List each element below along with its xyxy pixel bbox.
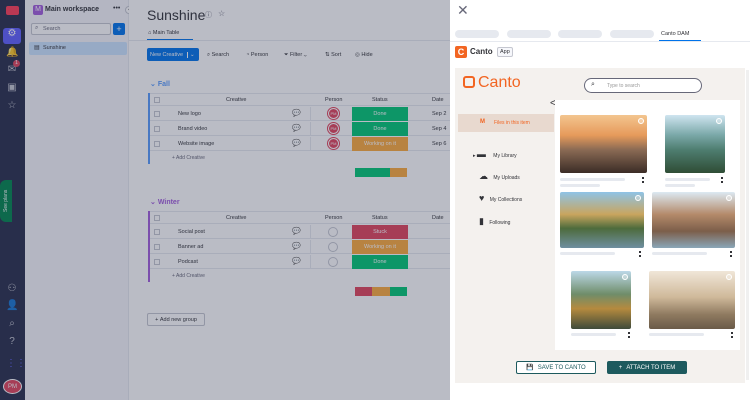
placeholder <box>665 184 695 187</box>
cloud-upload-icon: ☁ <box>479 171 488 181</box>
more-icon[interactable] <box>730 251 732 257</box>
placeholder <box>649 333 704 336</box>
close-icon[interactable]: ✕ <box>457 2 469 19</box>
divider <box>450 41 750 42</box>
select-radio[interactable] <box>638 118 644 124</box>
tab-placeholder[interactable] <box>507 30 551 38</box>
nav-my-uploads[interactable]: ☁ My Uploads <box>479 171 520 182</box>
app-badge: App <box>497 47 513 57</box>
asset-thumbnail[interactable] <box>652 192 735 248</box>
canto-embed: Canto ⌕ Type to search < M Files in this… <box>455 68 745 383</box>
asset-thumbnail[interactable] <box>571 271 631 329</box>
scrollbar[interactable] <box>746 70 749 380</box>
save-to-canto-button[interactable]: 💾 SAVE TO CANTO <box>516 361 596 374</box>
asset-gallery <box>555 100 740 350</box>
placeholder <box>571 333 616 336</box>
nav-label: Files in this item <box>494 120 530 126</box>
save-label: SAVE TO CANTO <box>537 364 586 371</box>
search-input[interactable]: ⌕ Type to search <box>584 78 702 93</box>
asset-thumbnail[interactable] <box>665 115 725 173</box>
more-icon[interactable] <box>639 251 641 257</box>
caret-right-icon: ▸ <box>473 153 476 159</box>
more-icon[interactable] <box>721 177 723 183</box>
canto-logo-icon <box>463 76 475 88</box>
placeholder <box>560 184 600 187</box>
select-radio[interactable] <box>726 195 732 201</box>
modal-backdrop[interactable] <box>0 0 450 400</box>
search-icon: ⌕ <box>591 81 595 88</box>
nav-following[interactable]: ▮ Following <box>479 216 510 227</box>
heart-icon: ♥ <box>479 193 485 203</box>
nav-label: My Uploads <box>493 175 520 181</box>
item-panel: ✕ Canto DAM C Canto App Canto ⌕ Type to … <box>450 0 750 400</box>
search-placeholder: Type to search <box>607 83 640 89</box>
more-icon[interactable] <box>731 332 733 338</box>
more-icon[interactable] <box>628 332 630 338</box>
nav-files-in-item[interactable]: M Files in this item <box>458 114 554 132</box>
tab-canto-dam[interactable]: Canto DAM <box>661 31 689 37</box>
select-radio[interactable] <box>716 118 722 124</box>
placeholder <box>560 178 625 181</box>
save-icon: 💾 <box>526 365 534 371</box>
tab-placeholder[interactable] <box>455 30 499 38</box>
asset-thumbnail[interactable] <box>560 192 644 248</box>
select-radio[interactable] <box>622 274 628 280</box>
nav-label: Following <box>489 220 511 226</box>
select-radio[interactable] <box>635 195 641 201</box>
placeholder <box>560 252 615 255</box>
plus-icon: + <box>618 364 623 371</box>
app-name: Canto <box>470 47 493 56</box>
select-radio[interactable] <box>726 274 732 280</box>
attach-label: ATTACH TO ITEM <box>626 364 676 371</box>
folder-icon: ▬ <box>476 149 486 159</box>
more-icon[interactable] <box>642 177 644 183</box>
nav-my-collections[interactable]: ♥ My Collections <box>479 193 522 203</box>
placeholder <box>652 252 707 255</box>
canto-logo-text: Canto <box>478 74 521 91</box>
nav-label: My Library <box>493 153 517 159</box>
placeholder <box>665 178 710 181</box>
attach-to-item-button[interactable]: + ATTACH TO ITEM <box>607 361 687 374</box>
tab-placeholder[interactable] <box>558 30 602 38</box>
bookmark-icon: ▮ <box>479 216 484 226</box>
asset-thumbnail[interactable] <box>649 271 735 329</box>
canto-app-icon: C <box>455 46 467 58</box>
nav-my-library[interactable]: ▸ ▬ My Library <box>473 149 517 159</box>
nav-label: My Collections <box>489 197 523 203</box>
tab-placeholder[interactable] <box>610 30 654 38</box>
asset-thumbnail[interactable] <box>560 115 647 173</box>
monday-small-icon: M <box>480 119 485 125</box>
